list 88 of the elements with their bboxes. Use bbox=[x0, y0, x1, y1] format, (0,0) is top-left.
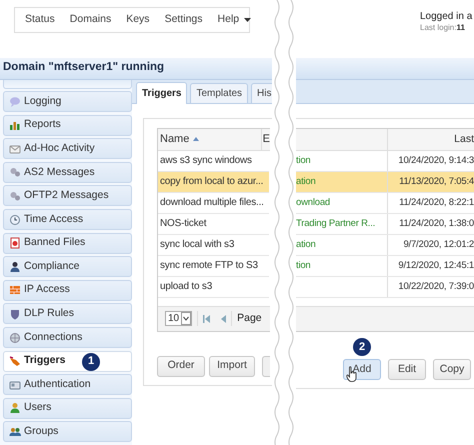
speech-bubble-icon bbox=[9, 96, 21, 108]
login-status: Logged in a bbox=[420, 10, 472, 23]
globe-icon bbox=[9, 332, 21, 344]
brick-wall-icon bbox=[9, 284, 21, 296]
table-row[interactable]: Trading Partner R... 11/24/2020, 1:38:0 bbox=[296, 214, 474, 235]
sidebar-item[interactable]: OFTP2 Messages bbox=[3, 185, 132, 206]
table-cell-text: 11/24/2020, 8:22:1 bbox=[399, 196, 474, 210]
table-cell-text: ation bbox=[296, 238, 316, 252]
table-cell-text: tion bbox=[296, 258, 311, 273]
tab[interactable]: His bbox=[251, 82, 272, 102]
table-row[interactable]: copy from local to azur... bbox=[158, 172, 269, 192]
previous-page-icon[interactable] bbox=[221, 314, 226, 322]
domain-title: Domain "mftserver1" running bbox=[3, 60, 164, 76]
page-size-select[interactable]: 10 bbox=[165, 311, 192, 326]
action-button[interactable]: Import bbox=[209, 356, 255, 376]
column-header[interactable]: Name bbox=[158, 128, 262, 150]
sidebar-item[interactable]: Groups bbox=[3, 421, 132, 442]
nav-link[interactable]: Status bbox=[25, 12, 55, 28]
sidebar-item[interactable]: Triggers 1 bbox=[3, 350, 132, 372]
sidebar-item[interactable]: Connections bbox=[3, 327, 132, 348]
nav-link[interactable]: Domains bbox=[70, 12, 112, 28]
nav-link[interactable]: Help bbox=[218, 12, 252, 28]
person-icon bbox=[9, 260, 21, 273]
sidebar-item[interactable]: Users bbox=[3, 398, 132, 419]
envelope-icon bbox=[9, 142, 21, 155]
table-row[interactable]: sync local with s3 bbox=[158, 234, 269, 256]
table-cell-text: ation bbox=[296, 174, 316, 189]
bar-chart-icon bbox=[9, 119, 21, 132]
sidebar-item[interactable]: Reports bbox=[3, 114, 132, 136]
clock-icon bbox=[9, 214, 21, 226]
sort-up-icon bbox=[193, 137, 200, 141]
table-cell-text: 9/12/2020, 12:45:1 bbox=[398, 258, 474, 273]
table-cell-text: 9/7/2020, 12:01:2 bbox=[403, 238, 474, 252]
table-row[interactable]: tion 10/24/2020, 9:14:3 bbox=[296, 151, 474, 172]
table-cell-text: copy from local to azur... bbox=[159, 175, 264, 189]
tab[interactable]: Triggers bbox=[136, 82, 188, 104]
document-icon bbox=[9, 237, 21, 250]
table-cell-text: Trading Partner R... bbox=[296, 216, 376, 231]
page-label: Page bbox=[237, 310, 262, 326]
step-badge: 2 bbox=[353, 338, 371, 356]
table-cell-text: ownload bbox=[296, 196, 330, 210]
table-cell-text: sync local with s3 bbox=[159, 238, 234, 252]
column-header[interactable]: E bbox=[262, 128, 270, 150]
table-row[interactable]: ation 11/13/2020, 7:05:4 bbox=[296, 172, 474, 193]
sidebar-item[interactable]: Logging bbox=[3, 91, 132, 112]
first-page-icon[interactable] bbox=[203, 314, 210, 322]
id-card-icon bbox=[9, 378, 21, 391]
sidebar-item[interactable]: DLP Rules bbox=[3, 303, 132, 324]
table-row[interactable]: sync remote FTP to S3 bbox=[158, 256, 269, 276]
partial-button[interactable] bbox=[262, 356, 270, 376]
table-cell-text: sync remote FTP to S3 bbox=[159, 259, 258, 273]
table-cell-text: download multiple files... bbox=[159, 196, 264, 210]
table-row[interactable]: 10/22/2020, 7:39:0 bbox=[296, 277, 474, 298]
action-button[interactable]: Order bbox=[157, 356, 205, 376]
last-login-label: Last login: bbox=[420, 23, 456, 33]
table-row[interactable]: ownload 11/24/2020, 8:22:1 bbox=[296, 193, 474, 214]
sidebar-item[interactable]: Compliance bbox=[3, 256, 132, 278]
table-cell-text: 11/13/2020, 7:05:4 bbox=[399, 174, 474, 189]
action-button[interactable]: Copy bbox=[433, 359, 471, 380]
sidebar-item[interactable]: AS2 Messages bbox=[3, 162, 132, 183]
sidebar-item[interactable]: Ad-Hoc Activity bbox=[3, 138, 132, 160]
table-cell-text: NOS-ticket bbox=[159, 217, 206, 231]
sidebar-item[interactable]: Time Access bbox=[3, 209, 132, 230]
table-row[interactable]: tion 9/12/2020, 12:45:1 bbox=[296, 256, 474, 277]
table-cell-text: aws s3 sync windows bbox=[159, 154, 252, 168]
table-row[interactable]: upload to s3 bbox=[158, 276, 269, 298]
sidebar-item[interactable]: Authentication bbox=[3, 374, 132, 396]
table-row[interactable]: aws s3 sync windows bbox=[158, 150, 269, 172]
table-cell-text: 10/22/2020, 7:39:0 bbox=[398, 280, 474, 294]
table-cell-text: 11/24/2020, 1:38:0 bbox=[399, 216, 474, 231]
table-row[interactable]: NOS-ticket bbox=[158, 214, 269, 234]
people-icon bbox=[9, 426, 21, 438]
person-icon bbox=[9, 402, 21, 414]
table-row[interactable]: ation 9/7/2020, 12:01:2 bbox=[296, 235, 474, 256]
caret-icon bbox=[244, 18, 252, 22]
table-cell-text: upload to s3 bbox=[159, 280, 212, 294]
table-row[interactable]: download multiple files... bbox=[158, 192, 269, 214]
nav-link[interactable]: Keys bbox=[126, 12, 150, 28]
action-button[interactable]: Edit bbox=[388, 359, 426, 380]
nav-link[interactable]: Settings bbox=[164, 12, 203, 28]
tab[interactable]: Templates bbox=[190, 82, 248, 102]
sidebar-item[interactable]: Banned Files bbox=[3, 232, 132, 254]
table-cell-text: 10/24/2020, 9:14:3 bbox=[398, 154, 474, 168]
shield-icon bbox=[9, 308, 21, 320]
last-login-value: 11 bbox=[456, 23, 465, 33]
sidebar-item[interactable]: IP Access bbox=[3, 280, 132, 301]
step-badge: 1 bbox=[82, 352, 100, 371]
table-cell-text: tion bbox=[296, 154, 311, 168]
